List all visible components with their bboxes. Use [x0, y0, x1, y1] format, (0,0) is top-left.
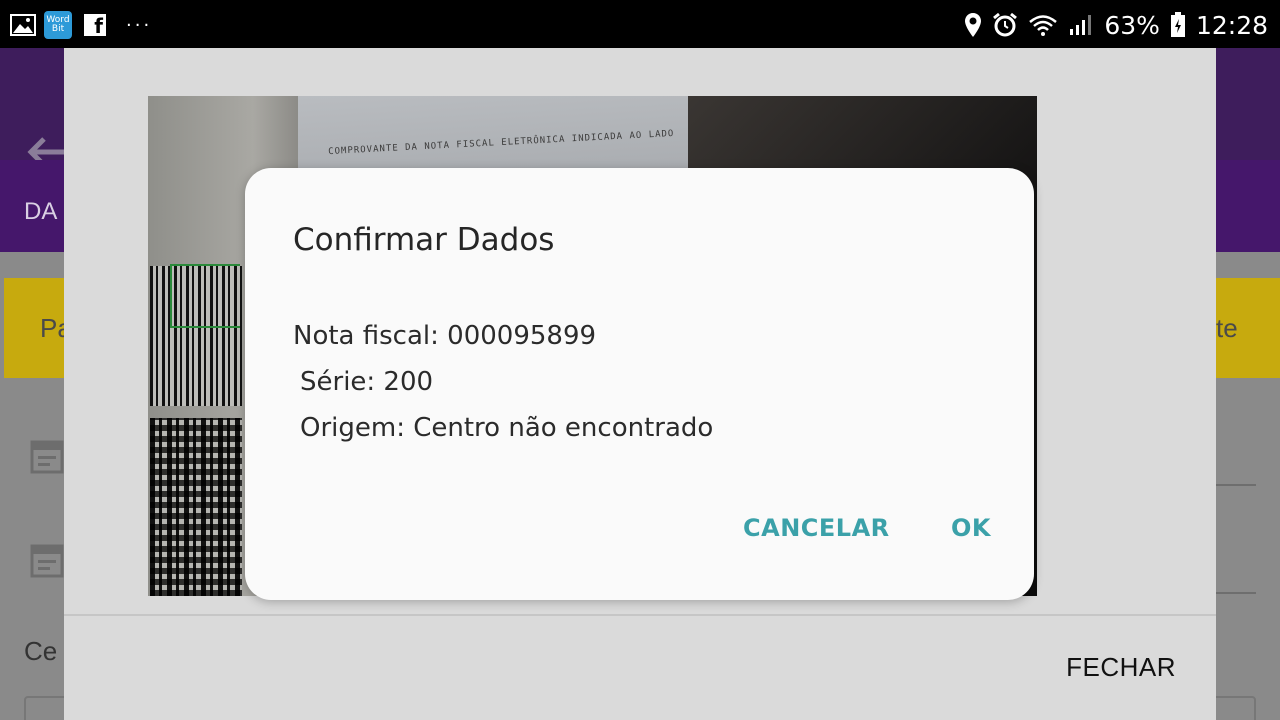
left-action-button[interactable]: Pa	[4, 278, 64, 378]
notification-icons: Word Bit f ···	[10, 10, 152, 40]
origin-line: Origem: Centro não encontrado	[300, 413, 714, 443]
alarm-icon	[992, 12, 1018, 38]
dialog-title: Confirmar Dados	[293, 222, 555, 258]
battery-percent: 63%	[1104, 10, 1160, 40]
signal-icon	[1068, 13, 1094, 37]
right-action-button[interactable]: te	[1216, 278, 1280, 378]
cancel-button[interactable]: CANCELAR	[743, 514, 890, 542]
more-notifications-icon: ···	[126, 14, 153, 36]
battery-icon	[1170, 12, 1186, 38]
dialog-divider	[64, 614, 1216, 616]
wifi-icon	[1028, 13, 1058, 37]
clock: 12:28	[1195, 10, 1268, 40]
scan-target-frame	[170, 264, 240, 328]
status-bar: Word Bit f ··· 63% 12:28	[0, 0, 1280, 48]
left-action-label: Pa	[40, 312, 64, 343]
gallery-icon	[10, 14, 36, 36]
confirm-dialog: Confirmar Dados Nota fiscal: 000095899 S…	[245, 168, 1034, 600]
wordbit-app-icon: Word Bit	[44, 11, 72, 39]
calendar-icon	[30, 436, 64, 478]
right-action-label: te	[1216, 312, 1238, 343]
system-icons: 63% 12:28	[964, 8, 1268, 42]
invoice-number-line: Nota fiscal: 000095899	[293, 321, 597, 351]
field-underline	[1216, 592, 1256, 594]
qr-code-image	[150, 418, 242, 596]
calendar-icon	[30, 540, 64, 582]
close-button[interactable]: FECHAR	[1066, 652, 1176, 683]
wordbit-label: Bit	[51, 24, 65, 34]
ok-button[interactable]: OK	[951, 514, 991, 542]
field-underline	[1216, 484, 1256, 486]
tab-label[interactable]: DA	[24, 198, 64, 226]
facebook-icon: f	[84, 14, 106, 36]
series-line: Série: 200	[300, 367, 434, 397]
location-icon	[964, 12, 982, 38]
dialog-message: Nota fiscal: 000095899 Série: 200 Origem…	[293, 318, 713, 456]
field-label: Ce	[24, 636, 58, 666]
screen: Word Bit f ··· 63% 12:28 DA P te Ce COMP…	[0, 0, 1280, 720]
